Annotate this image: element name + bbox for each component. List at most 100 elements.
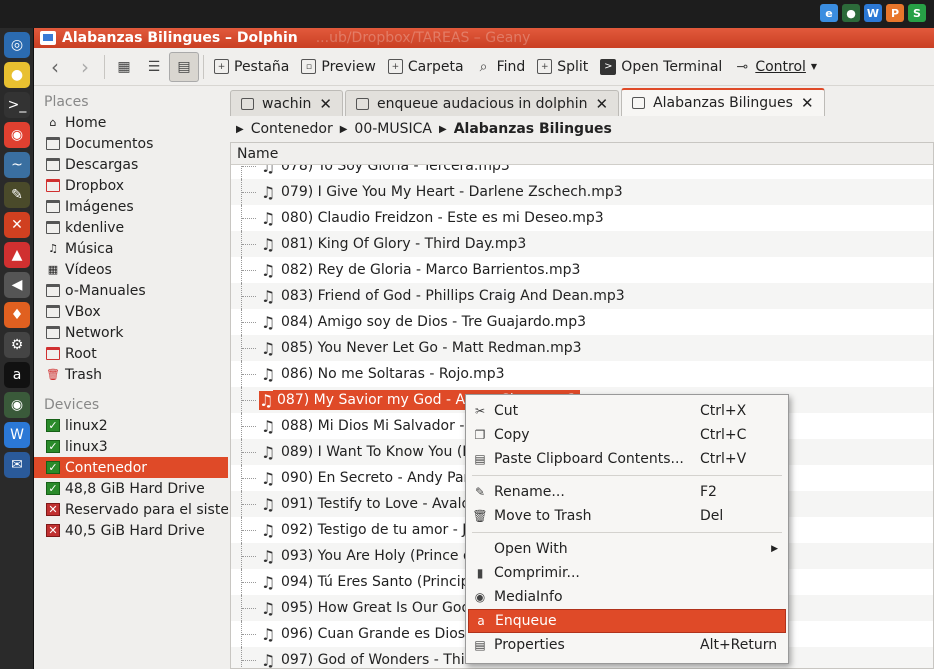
list-item[interactable]: ♫ 081) King Of Glory - Third Day.mp3 xyxy=(231,231,933,257)
pen-icon[interactable]: ✎ xyxy=(4,182,30,208)
list-item[interactable]: ♫ 083) Friend of God - Phillips Craig And… xyxy=(231,283,933,309)
sidebar-item-home[interactable]: ⌂ Home xyxy=(34,112,228,133)
sidebar-item-kdenlive[interactable]: kdenlive xyxy=(34,217,228,238)
split-button[interactable]: + Split xyxy=(531,52,594,82)
file-name: 097) God of Wonders - Thir xyxy=(281,652,471,668)
details-view-button[interactable]: ▤ xyxy=(169,51,199,82)
close-icon[interactable]: ✕ xyxy=(319,95,332,113)
flame-icon[interactable]: ♦ xyxy=(4,302,30,328)
menu-item-open-with[interactable]: Open With ▶ xyxy=(468,537,786,561)
places-panel: Places ⌂ Home Documentos Descargas Dropbo… xyxy=(34,86,228,669)
sidebar-item-label: Música xyxy=(65,240,114,257)
terminal-icon[interactable]: >_ xyxy=(4,92,30,118)
breadcrumb-current[interactable]: Alabanzas Bilingues xyxy=(454,121,612,137)
sidebar-item-network[interactable]: Network xyxy=(34,322,228,343)
menu-item-rename[interactable]: ✎ Rename... F2 xyxy=(468,480,786,504)
folder-icon xyxy=(241,97,254,110)
tools-icon[interactable]: ⚙ xyxy=(4,332,30,358)
tab-wachin[interactable]: wachin ✕ xyxy=(230,90,343,116)
icons-view-button[interactable]: ▦ xyxy=(109,52,139,82)
sidebar-item-contenedor[interactable]: ✓ Contenedor xyxy=(34,457,228,478)
sidebar-item-manuales[interactable]: o-Manuales xyxy=(34,280,228,301)
menu-item-comprimir[interactable]: ▮ Comprimir... xyxy=(468,561,786,585)
open-terminal-button[interactable]: > Open Terminal xyxy=(594,52,728,82)
speaker-icon[interactable]: ◀ xyxy=(4,272,30,298)
preview-button[interactable]: ▫ Preview xyxy=(295,52,382,82)
mail-icon[interactable]: ✉ xyxy=(4,452,30,478)
new-folder-button[interactable]: + Carpeta xyxy=(382,52,470,82)
chrome-icon[interactable]: ◉ xyxy=(4,122,30,148)
dolphin-icon[interactable]: ~ xyxy=(4,152,30,178)
file-name: 096) Cuan Grande es Dios - xyxy=(281,626,475,642)
sidebar-item-vbox[interactable]: VBox xyxy=(34,301,228,322)
menu-item-properties[interactable]: ▤ Properties Alt+Return xyxy=(468,633,786,657)
files-icon[interactable]: ● xyxy=(4,62,30,88)
sidebar-item-linux2[interactable]: ✓ linux2 xyxy=(34,415,228,436)
search-icon: ⌕ xyxy=(479,58,488,75)
audacious-launcher-icon[interactable]: a xyxy=(4,362,30,388)
menu-item-paste-clipboard-contents[interactable]: ▤ Paste Clipboard Contents... Ctrl+V xyxy=(468,447,786,471)
folder-icon xyxy=(46,221,60,234)
sidebar-item-label: Reservado para el sistema xyxy=(65,501,228,518)
browser-tray-icon[interactable]: e xyxy=(820,4,838,22)
menu-item-label: MediaInfo xyxy=(494,589,563,605)
name-column-header[interactable]: Name xyxy=(231,143,933,165)
compact-view-button[interactable]: ☰ xyxy=(139,52,169,82)
back-button[interactable]: ‹ xyxy=(40,52,70,82)
menu-item-shortcut: F2 xyxy=(700,484,717,500)
tab-label: Alabanzas Bilingues xyxy=(653,95,793,111)
globe-tray-icon[interactable]: ● xyxy=(842,4,860,22)
sidebar-item-root[interactable]: Root xyxy=(34,343,228,364)
text-editor-icon[interactable]: ▲ xyxy=(4,242,30,268)
tree-line xyxy=(241,361,259,387)
list-item[interactable]: ♫ 080) Claudio Freidzon - Este es mi Dese… xyxy=(231,205,933,231)
menu-item-cut[interactable]: ✂ Cut Ctrl+X xyxy=(468,399,786,423)
list-item[interactable]: ♫ 086) No me Soltaras - Rojo.mp3 xyxy=(231,361,933,387)
tree-line xyxy=(241,543,259,569)
tab-alabanzas-bilingues[interactable]: Alabanzas Bilingues ✕ xyxy=(621,88,825,116)
tab-enqueue-audacious[interactable]: enqueue audacious in dolphin ✕ xyxy=(344,90,620,116)
sidebar-item-documentos[interactable]: Documentos xyxy=(34,133,228,154)
sidebar-item-hard-drive-40[interactable]: ✕ 40,5 GiB Hard Drive xyxy=(34,520,228,541)
menu-item-enqueue[interactable]: a Enqueue xyxy=(468,609,786,633)
window-titlebar[interactable]: Alabanzas Bilingues – Dolphin ...ub/Drop… xyxy=(34,28,934,48)
spreadsheet-tray-icon[interactable]: S xyxy=(908,4,926,22)
audacious-icon: a xyxy=(477,614,485,628)
sidebar-item-videos[interactable]: ▦ Vídeos xyxy=(34,259,228,280)
pictures-icon xyxy=(46,200,60,213)
presentation-tray-icon[interactable]: P xyxy=(886,4,904,22)
close-icon[interactable]: ✕ xyxy=(801,94,814,112)
find-button[interactable]: ⌕ Find xyxy=(470,52,532,82)
writer-tray-icon[interactable]: W xyxy=(864,4,882,22)
list-item[interactable]: ♫ 082) Rey de Gloria - Marco Barrientos.m… xyxy=(231,257,933,283)
sidebar-item-dropbox[interactable]: Dropbox xyxy=(34,175,228,196)
new-tab-button[interactable]: + Pestaña xyxy=(208,52,295,82)
list-item[interactable]: ♫ 085) You Never Let Go - Matt Redman.mp3 xyxy=(231,335,933,361)
close-icon[interactable]: ✕ xyxy=(596,95,609,113)
sidebar-item-imagenes[interactable]: Imágenes xyxy=(34,196,228,217)
breadcrumb-item[interactable]: 00-MUSICA xyxy=(354,121,432,137)
breadcrumb-item[interactable]: Contenedor xyxy=(251,121,333,137)
menu-item-copy[interactable]: ❐ Copy Ctrl+C xyxy=(468,423,786,447)
menu-item-mediainfo[interactable]: ◉ MediaInfo xyxy=(468,585,786,609)
sidebar-item-reservado[interactable]: ✕ Reservado para el sistema xyxy=(34,499,228,520)
list-item[interactable]: ♫ 079) I Give You My Heart - Darlene Zsch… xyxy=(231,179,933,205)
sidebar-item-hard-drive-48[interactable]: ✓ 48,8 GiB Hard Drive xyxy=(34,478,228,499)
sidebar-item-linux3[interactable]: ✓ linux3 xyxy=(34,436,228,457)
unmounted-drive-icon: ✕ xyxy=(46,503,60,516)
list-item[interactable]: ♫ 084) Amigo soy de Dios - Tre Guajardo.m… xyxy=(231,309,933,335)
ubuntu-icon[interactable]: ◎ xyxy=(4,32,30,58)
tree-line xyxy=(241,439,259,465)
globe-icon[interactable]: ◉ xyxy=(4,392,30,418)
folder-window-icon xyxy=(40,31,56,45)
sidebar-item-musica[interactable]: ♫ Música xyxy=(34,238,228,259)
file-name: 085) You Never Let Go - Matt Redman.mp3 xyxy=(281,340,582,356)
file-name: 093) You Are Holy (Prince o xyxy=(281,548,472,564)
control-menu-button[interactable]: ⊸ Control ▼ xyxy=(728,52,823,82)
menu-item-move-to-trash[interactable]: 🗑 Move to Trash Del xyxy=(468,504,786,528)
sidebar-item-descargas[interactable]: Descargas xyxy=(34,154,228,175)
forward-button[interactable]: › xyxy=(70,52,100,82)
writer-launcher-icon[interactable]: W xyxy=(4,422,30,448)
sidebar-item-trash[interactable]: 🗑 Trash xyxy=(34,364,228,385)
kdenlive-icon[interactable]: ✕ xyxy=(4,212,30,238)
